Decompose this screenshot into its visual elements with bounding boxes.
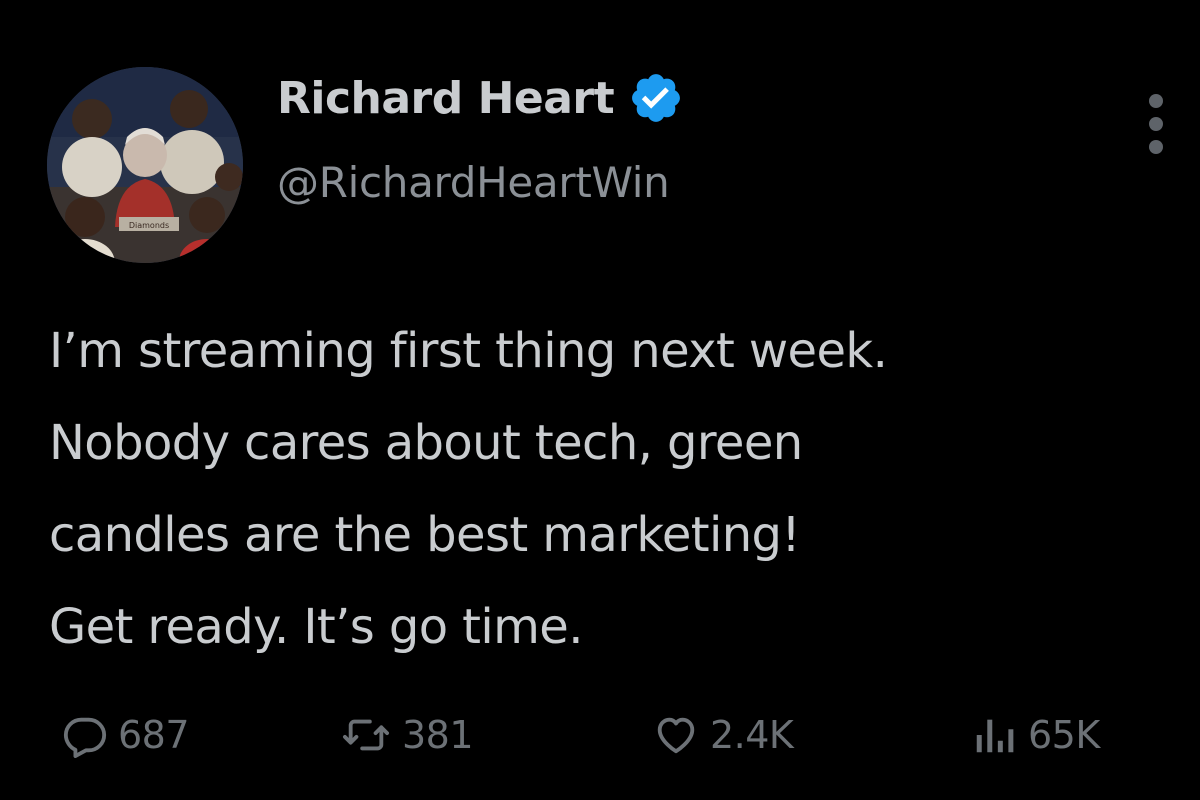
like-button[interactable]: 2.4K bbox=[652, 700, 794, 770]
retweet-count: 381 bbox=[402, 713, 474, 757]
views-count: 65K bbox=[1028, 713, 1100, 757]
retweet-button[interactable]: 381 bbox=[340, 700, 474, 770]
avatar-caption: Diamonds bbox=[129, 221, 169, 230]
retweet-icon bbox=[342, 719, 389, 751]
tweet-text-line: I’m streaming first thing next week. bbox=[49, 323, 888, 379]
display-name[interactable]: Richard Heart bbox=[277, 73, 615, 124]
avatar[interactable]: Diamonds bbox=[47, 67, 243, 263]
like-count: 2.4K bbox=[710, 713, 794, 757]
views-button[interactable]: 65K bbox=[970, 700, 1100, 770]
reply-count: 687 bbox=[118, 713, 190, 757]
reply-button[interactable]: 687 bbox=[62, 700, 190, 770]
more-dot bbox=[1149, 117, 1163, 131]
tweet-card: Diamonds Richard Heart @RichardHeartWin … bbox=[0, 0, 1200, 800]
more-options-icon[interactable] bbox=[1136, 94, 1176, 154]
tweet-text-line: candles are the best marketing! bbox=[49, 507, 801, 563]
user-handle[interactable]: @RichardHeartWin bbox=[277, 158, 670, 207]
more-dot bbox=[1149, 140, 1163, 154]
verified-badge-icon bbox=[628, 70, 684, 126]
avatar-photo: Diamonds bbox=[47, 67, 243, 263]
more-dot bbox=[1149, 94, 1163, 108]
reply-icon bbox=[63, 717, 107, 758]
tweet-text: I’m streaming first thing next week. Nob… bbox=[49, 305, 1189, 673]
views-bar-chart-icon bbox=[976, 719, 1014, 753]
tweet-text-line: Nobody cares about tech, green bbox=[49, 415, 803, 471]
display-name-row: Richard Heart bbox=[277, 66, 684, 130]
tweet-text-line: Get ready. It’s go time. bbox=[49, 599, 583, 655]
heart-icon bbox=[657, 717, 695, 754]
tweet-actions-bar: 687 381 2.4K 65K bbox=[0, 700, 1200, 770]
